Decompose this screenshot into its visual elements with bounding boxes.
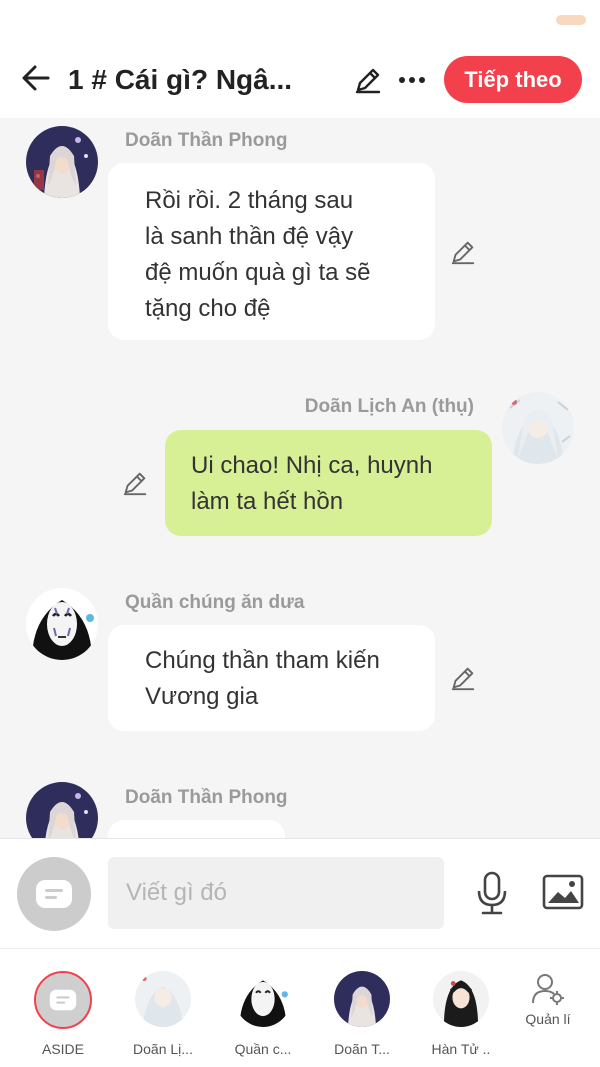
message-bubble[interactable]: Ui chao! Nhị ca, huynh làm ta hết hồn [165, 430, 492, 536]
pencil-icon [451, 241, 475, 265]
character-label: Hàn Tử .. [431, 1041, 491, 1057]
aside-avatar [34, 971, 92, 1029]
message-line: Rồi rồi. 2 tháng sau [145, 187, 354, 214]
input-bar [0, 838, 600, 948]
image-button[interactable] [540, 871, 586, 913]
message-line: đệ muốn quà gì ta sẽ [145, 259, 371, 286]
manage-button[interactable]: Quản lí [503, 971, 593, 1061]
status-bar [0, 0, 600, 40]
message-line: làm ta hết hồn [191, 488, 344, 515]
character-doan-than-phong[interactable]: Doãn T... [317, 971, 407, 1061]
character-label: Quần c... [234, 1041, 292, 1057]
message-line: tặng cho đệ [145, 295, 271, 322]
message-bubble[interactable]: Rồi rồi. 2 tháng sau là sanh thần đệ vậy… [108, 163, 435, 340]
sender-name: Quần chúng ăn dưa [125, 592, 305, 613]
pencil-icon [123, 472, 147, 496]
chat-bubble-icon [36, 880, 72, 908]
sender-name: Doãn Lịch An (thụ) [304, 396, 474, 417]
character-label: Quản lí [525, 1011, 571, 1027]
page-title: 1 # Cái gì? Ngâ... [68, 64, 293, 95]
character-label: Doãn T... [334, 1041, 390, 1057]
back-button[interactable] [16, 58, 56, 98]
character-quan-chung[interactable]: Quần c... [218, 971, 308, 1061]
character-label: ASIDE [41, 1041, 84, 1057]
character-doan-lich-an[interactable]: Doãn Lị... [118, 971, 208, 1061]
avatar [235, 971, 291, 1027]
microphone-button[interactable] [470, 869, 514, 917]
arrow-left-icon [22, 65, 50, 91]
edit-title-button[interactable] [350, 62, 386, 98]
image-icon [542, 874, 584, 910]
message-input[interactable] [108, 857, 444, 929]
avatar [135, 971, 191, 1027]
message-line: Vương gia [145, 683, 259, 710]
chat-bubble-icon [49, 989, 77, 1011]
avatar-image [26, 782, 98, 838]
more-dots-icon [399, 77, 425, 83]
character-bar: ASIDE Doãn Lị... Quần c... Doãn T... Hàn… [0, 948, 600, 1067]
pencil-icon [355, 68, 381, 94]
avatar-image [26, 126, 98, 198]
avatar-image [26, 588, 98, 660]
edit-message-button[interactable] [118, 466, 152, 500]
edit-message-button[interactable] [446, 235, 480, 269]
sender-name: Doãn Thần Phong [125, 787, 288, 808]
avatar-doan-than-phong[interactable] [26, 782, 98, 838]
aside-toggle-button[interactable] [17, 857, 91, 931]
avatar-image [502, 392, 574, 464]
avatar [334, 971, 390, 1027]
pencil-icon [451, 667, 475, 691]
microphone-icon [477, 871, 507, 915]
avatar-quan-chung[interactable] [26, 588, 98, 660]
message-line: là sanh thần đệ vậy [145, 223, 354, 250]
avatar-doan-lich-an[interactable] [502, 392, 574, 464]
next-button[interactable]: Tiếp theo [444, 56, 582, 103]
chat-area[interactable]: Doãn Thần Phong Rồi rồi. 2 tháng sau là … [0, 118, 600, 838]
message-bubble[interactable] [108, 820, 285, 838]
avatar [433, 971, 489, 1027]
message-line: Chúng thần tham kiến [145, 647, 380, 674]
more-button[interactable] [394, 62, 430, 98]
avatar-doan-than-phong[interactable] [26, 126, 98, 198]
character-label: Doãn Lị... [133, 1041, 193, 1057]
character-aside[interactable]: ASIDE [18, 971, 108, 1061]
sender-name: Doãn Thần Phong [125, 130, 288, 151]
header: 1 # Cái gì? Ngâ... Tiếp theo [0, 40, 600, 118]
character-han-tu[interactable]: Hàn Tử .. [416, 971, 506, 1061]
status-indicator [556, 15, 586, 25]
message-line: Ui chao! Nhị ca, huynh [191, 452, 433, 479]
message-bubble[interactable]: Chúng thần tham kiến Vương gia [108, 625, 435, 731]
edit-message-button[interactable] [446, 661, 480, 695]
user-settings-icon [532, 974, 564, 1005]
